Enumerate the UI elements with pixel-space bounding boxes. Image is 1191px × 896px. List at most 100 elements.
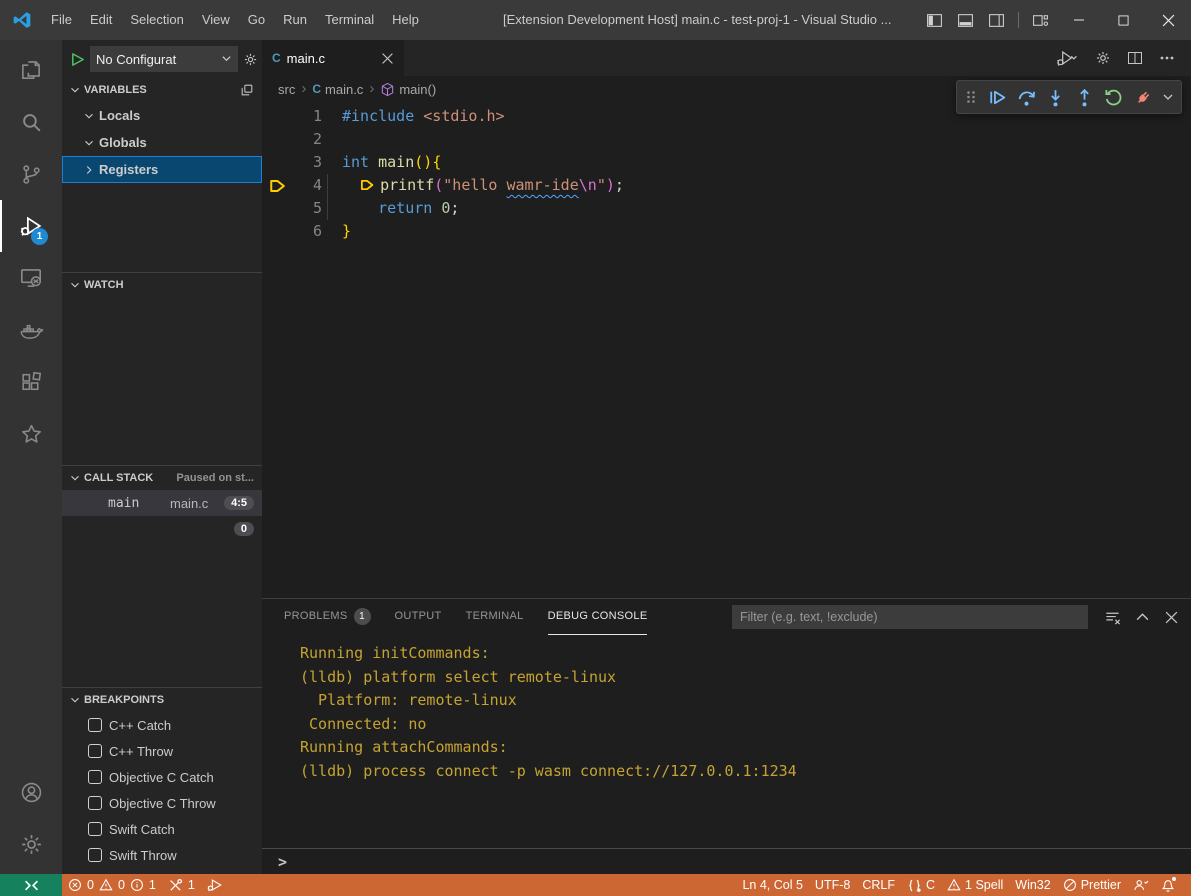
more-actions-icon[interactable] bbox=[1159, 50, 1175, 66]
code-line-5[interactable]: 5 return 0; bbox=[262, 197, 1191, 220]
code-content[interactable] bbox=[322, 128, 1191, 151]
glyph-margin[interactable] bbox=[262, 197, 296, 220]
panel-tab-problems[interactable]: PROBLEMS1 bbox=[284, 599, 371, 635]
activity-item-settings[interactable] bbox=[0, 818, 62, 870]
debug-settings-gear-icon[interactable] bbox=[243, 52, 258, 67]
status-eol[interactable]: CRLF bbox=[856, 874, 901, 896]
breakpoint-row[interactable]: Swift Catch bbox=[62, 816, 262, 842]
code-editor[interactable]: 1#include <stdio.h>23int main(){4 printf… bbox=[262, 102, 1191, 598]
disconnect-dropdown-icon[interactable] bbox=[1162, 91, 1174, 103]
menu-view[interactable]: View bbox=[193, 0, 239, 40]
breakpoint-checkbox[interactable] bbox=[88, 718, 102, 732]
variable-scope-locals[interactable]: Locals bbox=[62, 102, 262, 129]
step-over-button[interactable] bbox=[1016, 87, 1037, 108]
customize-layout-icon[interactable] bbox=[1025, 12, 1056, 29]
menu-help[interactable]: Help bbox=[383, 0, 428, 40]
watch-header[interactable]: WATCH bbox=[62, 273, 262, 297]
toggle-panel-icon[interactable] bbox=[950, 12, 981, 29]
stack-frame-1[interactable]: 0 bbox=[62, 516, 262, 542]
toolbar-drag-handle[interactable] bbox=[964, 89, 978, 105]
breakpoint-checkbox[interactable] bbox=[88, 770, 102, 784]
code-content[interactable]: return 0; bbox=[322, 197, 1191, 220]
debug-console-filter-input[interactable] bbox=[732, 605, 1088, 629]
glyph-margin[interactable] bbox=[262, 220, 296, 243]
disconnect-button[interactable] bbox=[1133, 87, 1154, 108]
status-spell-status[interactable]: 1 Spell bbox=[941, 874, 1009, 896]
menu-run[interactable]: Run bbox=[274, 0, 316, 40]
code-line-3[interactable]: 3int main(){ bbox=[262, 151, 1191, 174]
status-cursor-position[interactable]: Ln 4, Col 5 bbox=[736, 874, 808, 896]
glyph-margin[interactable] bbox=[262, 105, 296, 128]
menu-go[interactable]: Go bbox=[239, 0, 274, 40]
stack-frame-0[interactable]: mainmain.c4:5 bbox=[62, 490, 262, 516]
breakpoint-row[interactable]: C++ Throw bbox=[62, 738, 262, 764]
minimize-button[interactable] bbox=[1056, 0, 1101, 40]
status-feedback[interactable] bbox=[1127, 874, 1155, 896]
activity-item-search[interactable] bbox=[0, 96, 62, 148]
breakpoint-row[interactable]: Objective C Throw bbox=[62, 790, 262, 816]
remote-indicator[interactable] bbox=[0, 874, 62, 896]
clear-console-icon[interactable] bbox=[1104, 609, 1121, 626]
breakpoint-checkbox[interactable] bbox=[88, 796, 102, 810]
status-notifications[interactable] bbox=[1155, 874, 1181, 896]
gear-icon[interactable] bbox=[1095, 50, 1111, 66]
status-prettier[interactable]: Prettier bbox=[1057, 874, 1127, 896]
code-content[interactable]: } bbox=[322, 220, 1191, 243]
breadcrumb-item-file[interactable]: Cmain.c bbox=[312, 82, 363, 97]
breakpoint-checkbox[interactable] bbox=[88, 848, 102, 862]
close-tab-icon[interactable] bbox=[381, 52, 394, 65]
menu-selection[interactable]: Selection bbox=[121, 0, 192, 40]
tab-main-c[interactable]: C main.c bbox=[262, 40, 404, 76]
breakpoint-checkbox[interactable] bbox=[88, 822, 102, 836]
debug-configuration-select[interactable]: No Configurat bbox=[90, 46, 238, 72]
debug-console-input[interactable]: > bbox=[262, 848, 1191, 874]
code-line-4[interactable]: 4 printf("hello wamr-ide\n"); bbox=[262, 174, 1191, 197]
activity-item-docker[interactable] bbox=[0, 304, 62, 356]
panel-tab-debug-console[interactable]: DEBUG CONSOLE bbox=[548, 599, 648, 635]
glyph-margin[interactable] bbox=[262, 151, 296, 174]
status-platform[interactable]: Win32 bbox=[1009, 874, 1056, 896]
close-button[interactable] bbox=[1146, 0, 1191, 40]
tools-status[interactable]: 1 bbox=[162, 878, 201, 893]
breadcrumb-item-symbol[interactable]: main() bbox=[380, 82, 436, 97]
split-editor-icon[interactable] bbox=[1127, 50, 1143, 66]
panel-tab-terminal[interactable]: TERMINAL bbox=[466, 599, 524, 635]
restart-button[interactable] bbox=[1103, 87, 1124, 108]
status-encoding[interactable]: UTF-8 bbox=[809, 874, 856, 896]
code-content[interactable]: printf("hello wamr-ide\n"); bbox=[322, 174, 1191, 197]
toggle-sidebar-icon[interactable] bbox=[919, 12, 950, 29]
step-into-button[interactable] bbox=[1045, 87, 1066, 108]
maximize-button[interactable] bbox=[1101, 0, 1146, 40]
activity-item-wamr-ide[interactable] bbox=[0, 408, 62, 460]
glyph-margin[interactable] bbox=[262, 174, 296, 197]
step-out-button[interactable] bbox=[1074, 87, 1095, 108]
call-stack-header[interactable]: CALL STACK Paused on st... bbox=[62, 466, 262, 490]
variable-scope-globals[interactable]: Globals bbox=[62, 129, 262, 156]
activity-item-run-and-debug[interactable]: 1 bbox=[0, 200, 62, 252]
problems-status[interactable]: 0 0 1 bbox=[62, 878, 162, 892]
activity-item-accounts[interactable] bbox=[0, 766, 62, 818]
continue-button[interactable] bbox=[986, 87, 1007, 108]
code-content[interactable]: int main(){ bbox=[322, 151, 1191, 174]
toggle-secondary-sidebar-icon[interactable] bbox=[981, 12, 1012, 29]
activity-item-extensions[interactable] bbox=[0, 356, 62, 408]
glyph-margin[interactable] bbox=[262, 128, 296, 151]
activity-item-source-control[interactable] bbox=[0, 148, 62, 200]
breakpoint-row[interactable]: C++ Catch bbox=[62, 712, 262, 738]
variables-actions-icon[interactable] bbox=[240, 83, 254, 97]
code-line-6[interactable]: 6} bbox=[262, 220, 1191, 243]
activity-item-explorer[interactable] bbox=[0, 44, 62, 96]
status-language-mode[interactable]: C bbox=[901, 874, 941, 896]
menu-terminal[interactable]: Terminal bbox=[316, 0, 383, 40]
breadcrumb-item-src[interactable]: src bbox=[278, 82, 295, 97]
variable-scope-registers[interactable]: Registers bbox=[62, 156, 262, 183]
start-debug-icon[interactable] bbox=[70, 52, 85, 67]
maximize-panel-icon[interactable] bbox=[1135, 610, 1150, 625]
menu-edit[interactable]: Edit bbox=[81, 0, 121, 40]
code-line-2[interactable]: 2 bbox=[262, 128, 1191, 151]
breakpoints-header[interactable]: BREAKPOINTS bbox=[62, 688, 262, 712]
panel-tab-output[interactable]: OUTPUT bbox=[395, 599, 442, 635]
activity-item-remote-explorer[interactable] bbox=[0, 252, 62, 304]
breakpoint-row[interactable]: Swift Throw bbox=[62, 842, 262, 868]
debug-session-status[interactable] bbox=[201, 874, 229, 896]
